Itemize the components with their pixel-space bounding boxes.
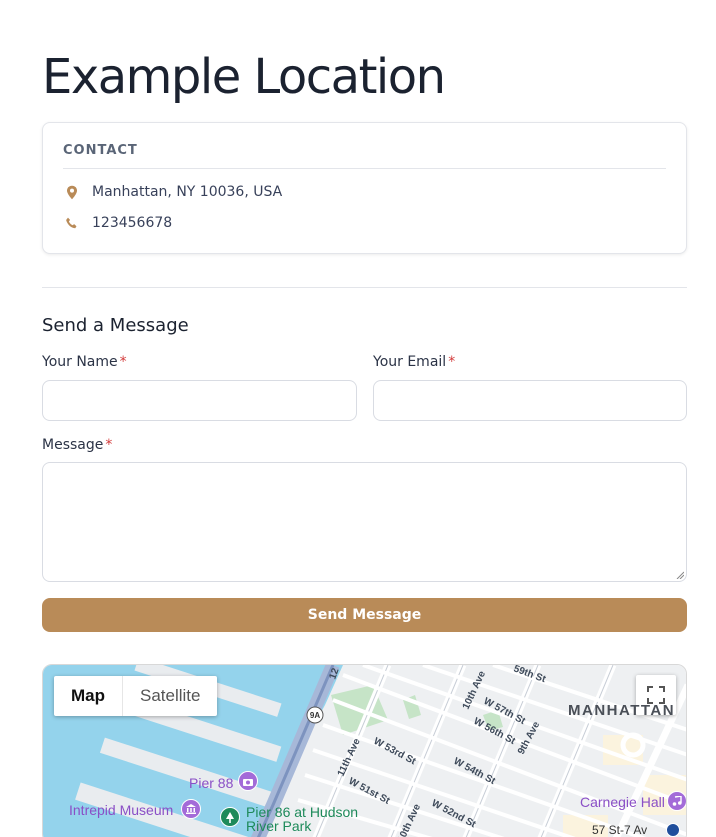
section-divider xyxy=(42,287,687,288)
map-type-map-option[interactable]: Map xyxy=(54,676,122,716)
email-label: Your Email * xyxy=(373,354,455,370)
contact-divider xyxy=(63,168,666,169)
contact-address: Manhattan, NY 10036, USA xyxy=(92,184,283,200)
name-input[interactable] xyxy=(42,380,357,421)
map-label-pier-86-line2: River Park xyxy=(246,818,312,834)
route-9a-label: 9A xyxy=(310,711,320,720)
contact-phone-row: 123456678 xyxy=(65,215,172,231)
map-label-carnegie-hall[interactable]: Carnegie Hall xyxy=(580,794,665,810)
map-label-subway-station[interactable]: 57 St-7 Av xyxy=(592,823,647,837)
map-label-intrepid-museum[interactable]: Intrepid Museum xyxy=(69,802,173,818)
contact-heading: CONTACT xyxy=(63,143,138,158)
message-textarea[interactable] xyxy=(42,462,687,582)
phone-icon xyxy=(65,215,79,231)
message-label-text: Message xyxy=(42,437,104,453)
contact-address-row: Manhattan, NY 10036, USA xyxy=(65,184,282,200)
name-label-text: Your Name xyxy=(42,354,118,370)
park-poi-icon[interactable] xyxy=(220,807,240,827)
camera-poi-icon[interactable] xyxy=(238,771,258,791)
subway-icon xyxy=(666,823,680,837)
contact-card: CONTACT Manhattan, NY 10036, USA 1234566… xyxy=(42,122,687,254)
message-label: Message * xyxy=(42,437,112,453)
send-message-button[interactable]: Send Message xyxy=(42,598,687,632)
contact-phone[interactable]: 123456678 xyxy=(92,215,172,231)
map-label-pier-86[interactable]: Pier 86 at Hudson River Park xyxy=(246,805,358,833)
map-pin-icon xyxy=(65,184,79,200)
page-title: Example Location xyxy=(42,49,446,105)
required-marker: * xyxy=(105,437,113,453)
map-type-toggle: Map Satellite xyxy=(54,676,218,716)
email-input[interactable] xyxy=(373,380,687,421)
map-embed[interactable]: 12 11th Ave 10th Ave W 57th St W 56th St… xyxy=(42,664,687,837)
map-label-pier-88[interactable]: Pier 88 xyxy=(189,775,233,791)
name-label: Your Name * xyxy=(42,354,127,370)
music-poi-icon[interactable] xyxy=(667,791,686,811)
required-marker: * xyxy=(448,354,456,370)
map-label-pier-86-line1: Pier 86 at Hudson xyxy=(246,804,359,820)
form-title: Send a Message xyxy=(42,315,189,336)
map-type-satellite-option[interactable]: Satellite xyxy=(123,676,217,716)
museum-poi-icon[interactable] xyxy=(181,799,201,819)
email-label-text: Your Email xyxy=(373,354,447,370)
map-label-manhattan: MANHATTAN xyxy=(568,702,676,719)
required-marker: * xyxy=(119,354,127,370)
resize-handle-icon[interactable] xyxy=(676,571,684,579)
